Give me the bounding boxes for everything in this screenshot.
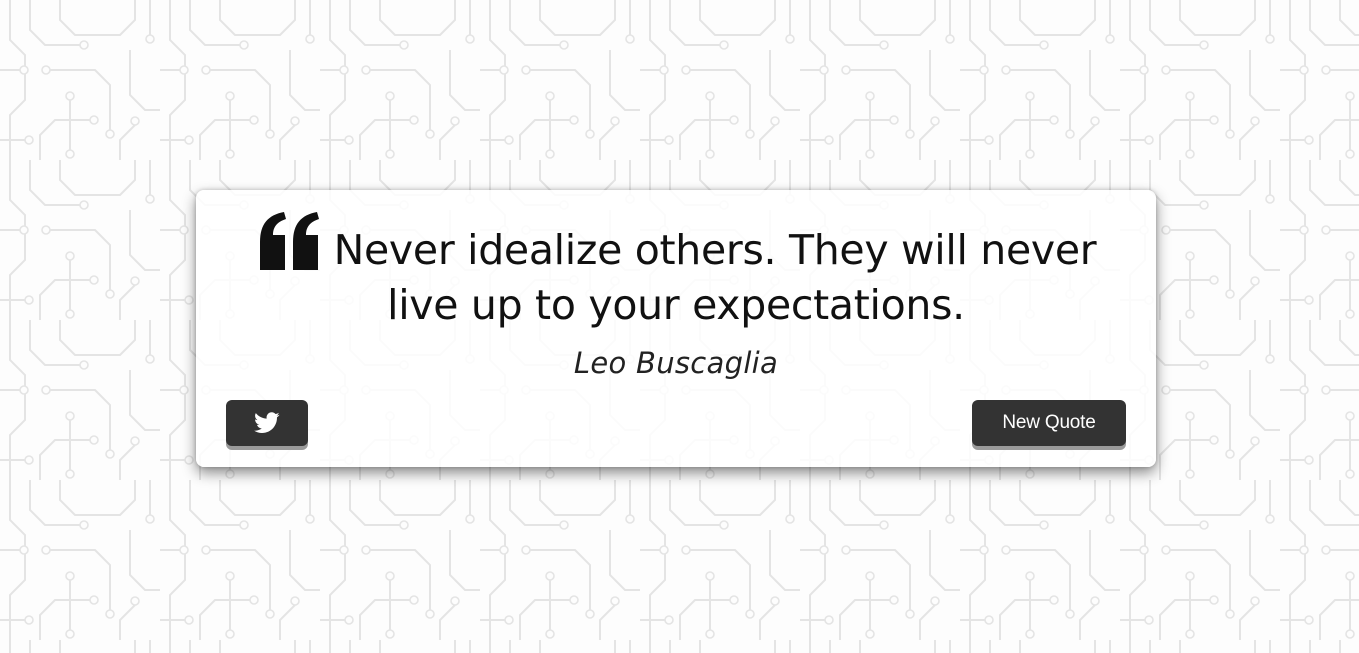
quote-author: Leo Buscaglia — [573, 346, 779, 380]
tweet-button[interactable] — [226, 400, 308, 446]
quote-text-block: Never idealize others. They will never l… — [226, 212, 1126, 333]
quote-text: Never idealize others. They will never l… — [333, 226, 1097, 329]
quote-left-icon — [259, 212, 319, 270]
quote-card: Never idealize others. They will never l… — [196, 190, 1156, 467]
twitter-icon — [254, 412, 280, 433]
new-quote-button[interactable]: New Quote — [972, 400, 1126, 446]
